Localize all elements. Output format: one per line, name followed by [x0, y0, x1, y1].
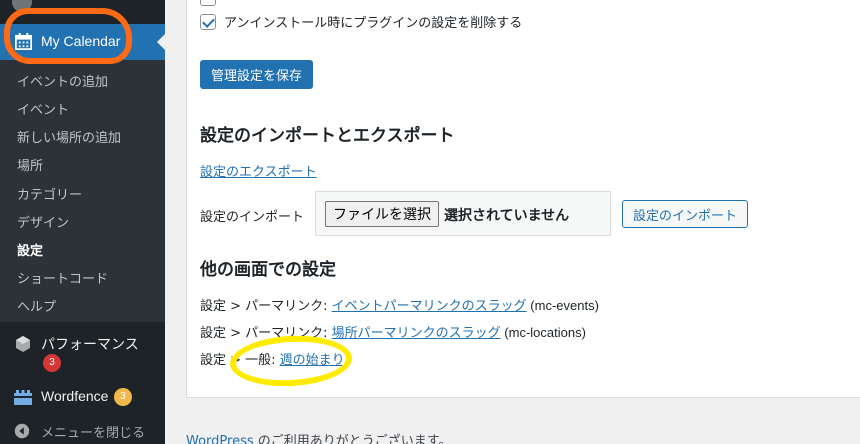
submenu-item-settings[interactable]: 設定: [17, 240, 43, 259]
setting-prefix: 設定 > パーマリンク:: [200, 299, 332, 314]
submenu-item-design[interactable]: デザイン: [17, 212, 69, 231]
week-start-link[interactable]: 週の始まり: [280, 353, 345, 368]
other-settings-heading: 他の画面での設定: [200, 260, 336, 280]
wordpress-link[interactable]: WordPress: [186, 434, 254, 444]
admin-sidebar: My Calendar イベントの追加 イベント 新しい場所の追加 場所 カテゴ…: [0, 0, 165, 444]
setting-line-week-start: 設定 > 一般: 週の始まり: [200, 349, 345, 368]
file-input[interactable]: ファイルを選択 選択されていません: [315, 191, 611, 236]
submenu-item-help[interactable]: ヘルプ: [17, 296, 56, 315]
menu-label: パフォーマンス: [41, 337, 139, 353]
location-permalink-slug-link[interactable]: 場所パーマリンクのスラッグ: [332, 326, 501, 341]
file-status: 選択されていません: [444, 208, 570, 224]
uninstall-checkbox[interactable]: [200, 13, 216, 30]
setting-line-events: 設定 > パーマリンク: イベントパーマリンクのスラッグ (mc-events): [200, 295, 599, 314]
submenu-item-categories[interactable]: カテゴリー: [17, 184, 82, 203]
import-export-heading: 設定のインポートとエクスポート: [200, 126, 455, 146]
submenu-item-events[interactable]: イベント: [17, 99, 69, 118]
event-permalink-slug-link[interactable]: イベントパーマリンクのスラッグ: [332, 299, 527, 314]
import-settings-button[interactable]: 設定のインポート: [622, 200, 748, 228]
submenu-item-locations[interactable]: 場所: [17, 155, 43, 174]
uninstall-option[interactable]: アンインストール時にプラグインの設定を削除する: [200, 12, 522, 31]
checkbox[interactable]: [200, 0, 216, 6]
choose-file-button[interactable]: ファイルを選択: [325, 201, 439, 227]
menu-label: Wordfence: [41, 388, 109, 404]
save-settings-button[interactable]: 管理設定を保存: [200, 60, 313, 89]
sidebar-top-strip: [0, 0, 165, 18]
collapse-label: メニューを閉じる: [41, 426, 146, 441]
menu-performance[interactable]: パフォーマンス 3: [0, 330, 165, 378]
submenu-item-add-event[interactable]: イベントの追加: [17, 71, 108, 90]
export-settings-link[interactable]: 設定のエクスポート: [200, 161, 317, 180]
setting-suffix: (mc-events): [526, 298, 599, 313]
footer-text: のご利用ありがとうございます。: [253, 434, 452, 444]
setting-line-locations: 設定 > パーマリンク: 場所パーマリンクのスラッグ (mc-locations…: [200, 322, 586, 341]
performance-icon: [16, 336, 30, 352]
notification-badge: 3: [114, 388, 132, 406]
submenu-item-shortcode[interactable]: ショートコード: [17, 268, 108, 287]
calendar-icon: [15, 32, 32, 50]
import-label: 設定のインポート: [200, 210, 305, 225]
setting-suffix: (mc-locations): [500, 325, 586, 340]
submenu-item-add-location[interactable]: 新しい場所の追加: [17, 127, 121, 146]
menu-label: My Calendar: [41, 33, 121, 49]
setting-prefix: 設定 > 一般:: [200, 353, 280, 368]
active-arrow: [157, 34, 165, 50]
wordfence-icon: [14, 390, 32, 405]
menu-my-calendar[interactable]: My Calendar: [0, 24, 165, 60]
notification-badge: 3: [43, 354, 61, 372]
calendar-submenu: イベントの追加 イベント 新しい場所の追加 場所 カテゴリー デザイン 設定 シ…: [0, 60, 165, 322]
admin-footer: WordPress のご利用ありがとうございます。: [186, 430, 451, 444]
menu-icon[interactable]: [12, 0, 32, 12]
setting-prefix: 設定 > パーマリンク:: [200, 326, 332, 341]
collapse-menu-button[interactable]: メニューを閉じる: [0, 418, 165, 444]
collapse-icon: [14, 423, 30, 439]
menu-wordfence[interactable]: Wordfence 3: [0, 384, 165, 410]
uninstall-label: アンインストール時にプラグインの設定を削除する: [224, 16, 523, 31]
